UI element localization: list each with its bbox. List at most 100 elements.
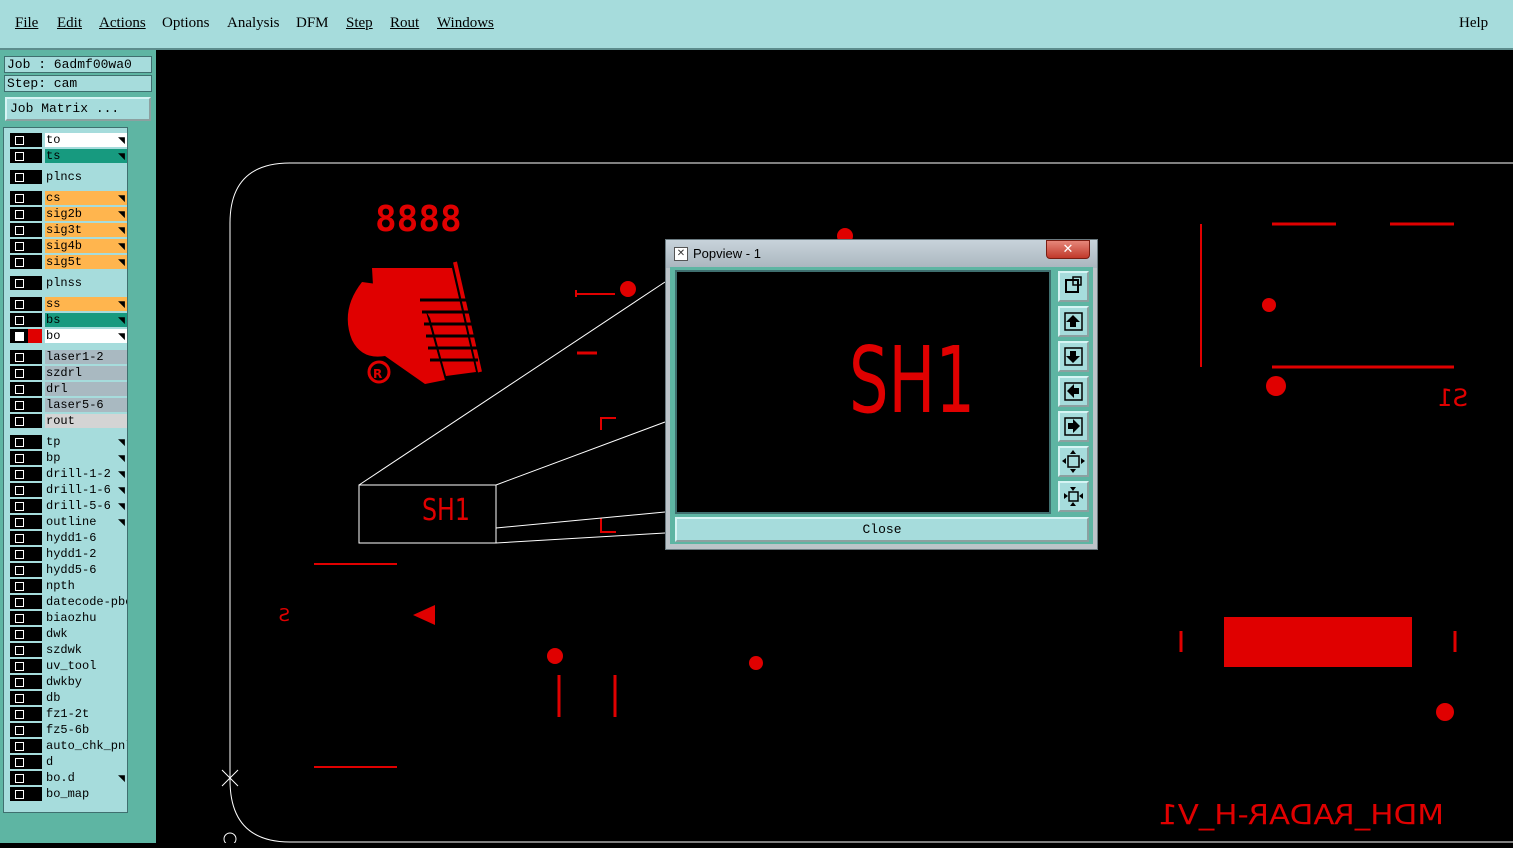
layer-checkbox[interactable] [10, 329, 42, 343]
layer-checkbox[interactable] [10, 643, 42, 657]
layer-checkbox[interactable] [10, 350, 42, 364]
layer-name[interactable]: outline [45, 515, 127, 529]
layer-checkbox[interactable] [10, 435, 42, 449]
layer-checkbox[interactable] [10, 223, 42, 237]
layer-checkbox[interactable] [10, 149, 42, 163]
popview-close-button[interactable]: Close [675, 517, 1089, 542]
layer-checkbox[interactable] [10, 739, 42, 753]
layer-name[interactable]: uv_tool [45, 659, 127, 673]
layer-checkbox[interactable] [10, 755, 42, 769]
job-matrix-button[interactable]: Job Matrix ... [5, 97, 151, 121]
layer-name[interactable]: biaozhu [45, 611, 127, 625]
pan-up-icon[interactable] [1058, 306, 1089, 337]
layer-checkbox[interactable] [10, 398, 42, 412]
menu-windows[interactable]: Windows [437, 15, 494, 32]
layer-name[interactable]: bo_map [45, 787, 127, 801]
layer-checkbox[interactable] [10, 563, 42, 577]
layer-checkbox[interactable] [10, 611, 42, 625]
menu-options[interactable]: Options [162, 15, 210, 32]
popview-viewport[interactable]: SH1 [675, 270, 1051, 514]
layer-checkbox[interactable] [10, 659, 42, 673]
layer-checkbox[interactable] [10, 771, 42, 785]
layer-name[interactable]: fz5-6b [45, 723, 127, 737]
layer-checkbox[interactable] [10, 467, 42, 481]
layer-checkbox[interactable] [10, 691, 42, 705]
layer-checkbox[interactable] [10, 579, 42, 593]
layer-name[interactable]: hydd1-2 [45, 547, 127, 561]
layer-name[interactable]: cs [45, 191, 127, 205]
layer-name[interactable]: laser1-2 [45, 350, 127, 364]
layer-checkbox[interactable] [10, 595, 42, 609]
layer-name[interactable]: npth [45, 579, 127, 593]
layer-checkbox[interactable] [10, 707, 42, 721]
layer-name[interactable]: bo [45, 329, 127, 343]
layer-checkbox[interactable] [10, 170, 42, 184]
layer-checkbox[interactable] [10, 313, 42, 327]
panel-scroll-strip[interactable] [128, 127, 155, 843]
layer-name[interactable]: sig5t [45, 255, 127, 269]
zoom-fit-icon[interactable] [1058, 271, 1089, 302]
layer-name[interactable]: plncs [45, 170, 127, 184]
layer-name[interactable]: fz1-2t [45, 707, 127, 721]
layer-name[interactable]: sig3t [45, 223, 127, 237]
layer-checkbox[interactable] [10, 547, 42, 561]
layer-checkbox[interactable] [10, 451, 42, 465]
layer-name[interactable]: drl [45, 382, 127, 396]
layer-checkbox[interactable] [10, 723, 42, 737]
menu-edit[interactable]: Edit [57, 15, 82, 32]
layer-name[interactable]: laser5-6 [45, 398, 127, 412]
zoom-out-icon[interactable] [1058, 481, 1089, 512]
layer-name[interactable]: szdwk [45, 643, 127, 657]
layer-name[interactable]: ss [45, 297, 127, 311]
layer-checkbox[interactable] [10, 515, 42, 529]
layer-checkbox[interactable] [10, 382, 42, 396]
pan-down-icon[interactable] [1058, 341, 1089, 372]
layer-name[interactable]: sig2b [45, 207, 127, 221]
layer-name[interactable]: datecode-pbc [45, 595, 127, 609]
layer-name[interactable]: hydd1-6 [45, 531, 127, 545]
menu-rout[interactable]: Rout [390, 15, 419, 32]
layer-name[interactable]: d [45, 755, 127, 769]
popview-titlebar[interactable]: ✕ Popview - 1 [666, 240, 1097, 268]
layer-checkbox[interactable] [10, 276, 42, 290]
layer-name[interactable]: bo.d [45, 771, 127, 785]
menu-dfm[interactable]: DFM [296, 15, 329, 32]
layer-name[interactable]: sig4b [45, 239, 127, 253]
layer-checkbox[interactable] [10, 255, 42, 269]
layer-name[interactable]: dwk [45, 627, 127, 641]
layer-name[interactable]: drill-5-6 [45, 499, 127, 513]
layer-name[interactable]: auto_chk_pnl [45, 739, 127, 753]
layer-name[interactable]: bp [45, 451, 127, 465]
layer-checkbox[interactable] [10, 207, 42, 221]
layer-name[interactable]: tp [45, 435, 127, 449]
menu-actions[interactable]: Actions [99, 15, 146, 32]
layer-checkbox[interactable] [10, 297, 42, 311]
layer-name[interactable]: bs [45, 313, 127, 327]
close-window-icon[interactable]: ✕ [1046, 240, 1090, 259]
layer-name[interactable]: drill-1-2 [45, 467, 127, 481]
layer-name[interactable]: db [45, 691, 127, 705]
layer-name[interactable]: ts [45, 149, 127, 163]
layer-name[interactable]: plnss [45, 276, 127, 290]
menu-step[interactable]: Step [346, 15, 373, 32]
layer-checkbox[interactable] [10, 787, 42, 801]
layer-checkbox[interactable] [10, 133, 42, 147]
layer-name[interactable]: to [45, 133, 127, 147]
layer-checkbox[interactable] [10, 499, 42, 513]
menu-file[interactable]: File [15, 15, 38, 32]
layer-checkbox[interactable] [10, 414, 42, 428]
layer-checkbox[interactable] [10, 191, 42, 205]
layer-checkbox[interactable] [10, 483, 42, 497]
layer-name[interactable]: szdrl [45, 366, 127, 380]
layer-checkbox[interactable] [10, 366, 42, 380]
pan-left-icon[interactable] [1058, 376, 1089, 407]
layer-name[interactable]: dwkby [45, 675, 127, 689]
menu-analysis[interactable]: Analysis [227, 15, 280, 32]
layer-checkbox[interactable] [10, 531, 42, 545]
layer-checkbox[interactable] [10, 675, 42, 689]
menu-help[interactable]: Help [1459, 15, 1488, 32]
layer-checkbox[interactable] [10, 239, 42, 253]
pan-right-icon[interactable] [1058, 411, 1089, 442]
layer-name[interactable]: hydd5-6 [45, 563, 127, 577]
layer-name[interactable]: drill-1-6 [45, 483, 127, 497]
